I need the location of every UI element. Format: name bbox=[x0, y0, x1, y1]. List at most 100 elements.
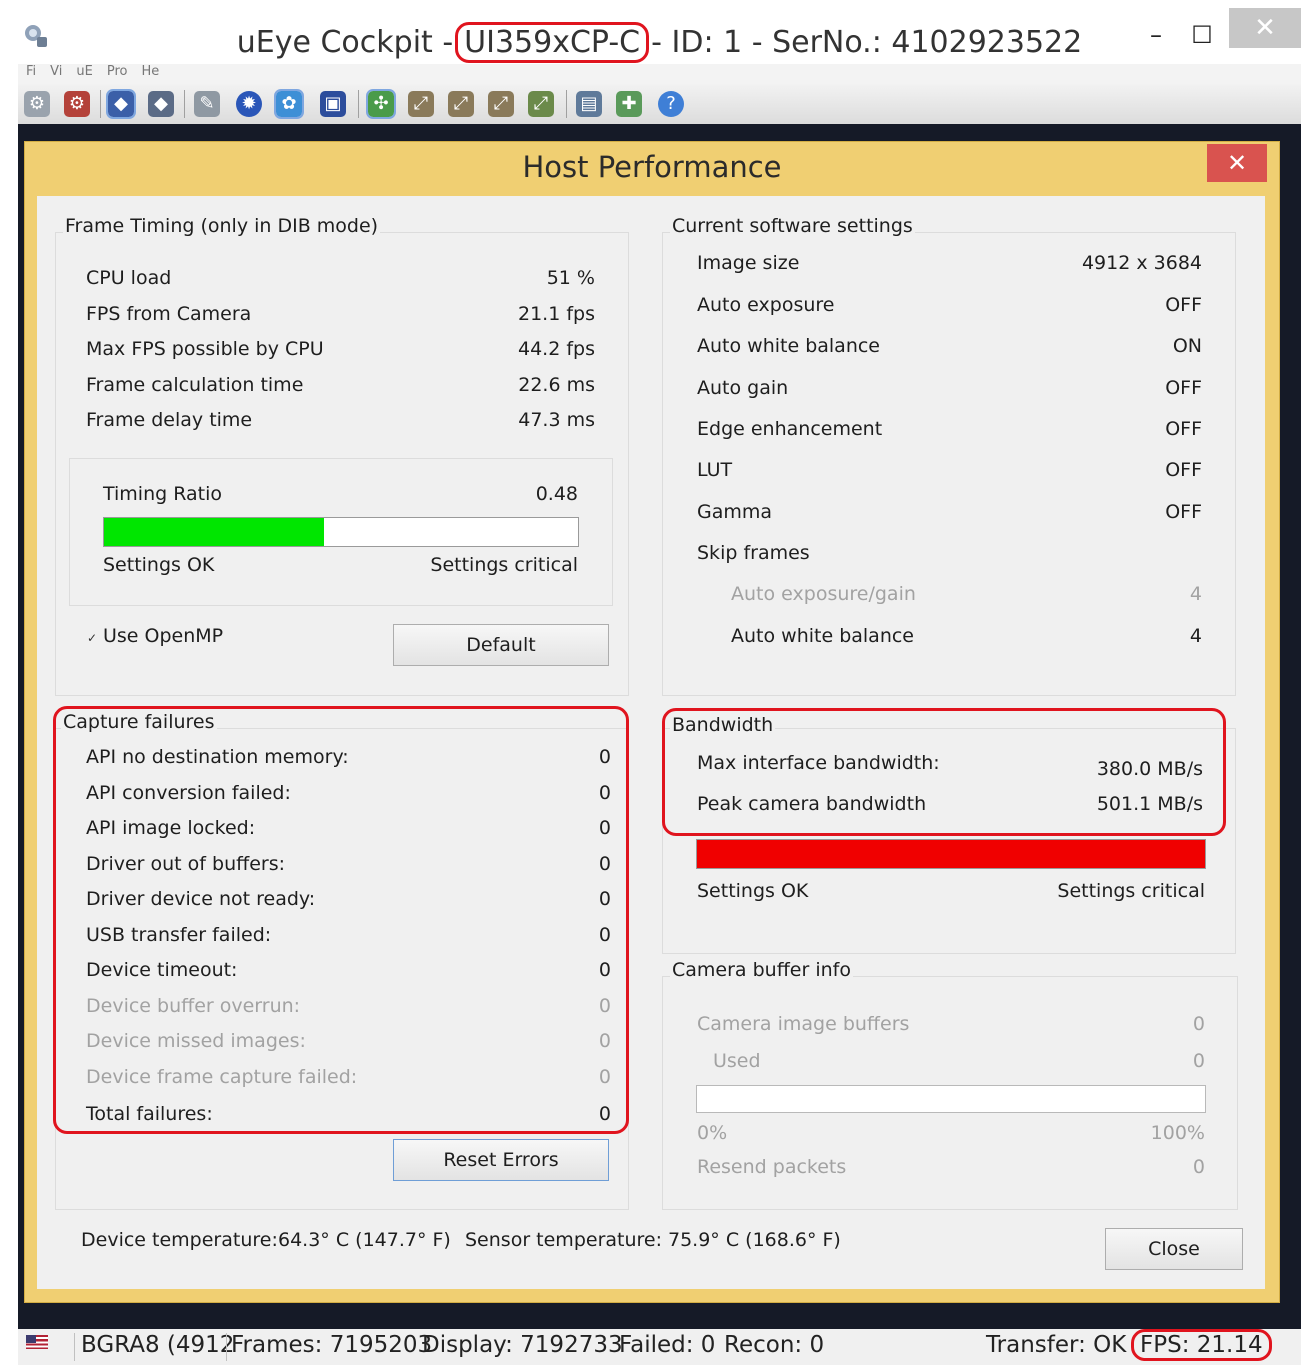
status-frames: Frames: 7195203 bbox=[231, 1332, 433, 1358]
sensor-temperature-value: 75.9° C (168.6° F) bbox=[668, 1229, 841, 1251]
window-titlebar: uEye Cockpit - UI359xCP-C - ID: 1 - SerN… bbox=[18, 8, 1301, 66]
capture-failures-highlight bbox=[53, 706, 629, 1134]
menu-properties[interactable]: Pro bbox=[107, 64, 128, 79]
bandwidth-fill bbox=[697, 840, 1205, 868]
help-icon[interactable]: ? bbox=[658, 91, 684, 117]
window-close-button[interactable]: ✕ bbox=[1229, 8, 1301, 48]
menu-help[interactable]: He bbox=[141, 64, 159, 79]
max-fps-value: 44.2 fps bbox=[518, 338, 595, 360]
settings-icon[interactable]: ✹ bbox=[236, 91, 262, 117]
status-fps: FPS: 21.14 bbox=[1131, 1329, 1272, 1361]
edge-enhancement-label: Edge enhancement bbox=[697, 418, 883, 440]
frame-delay-time-label: Frame delay time bbox=[86, 409, 253, 431]
status-failed: Failed: 0 bbox=[619, 1332, 716, 1358]
buffers-used-label: Used bbox=[713, 1050, 761, 1072]
timing-ratio-bar bbox=[103, 517, 579, 547]
timing-ratio-label: Timing Ratio bbox=[103, 483, 223, 505]
maximize-button[interactable]: ☐ bbox=[1179, 16, 1225, 54]
software-settings-title: Current software settings bbox=[670, 215, 915, 237]
fit-window-icon[interactable]: ✣ bbox=[366, 89, 396, 119]
buffers-used-value: 0 bbox=[1192, 1050, 1205, 1072]
host-performance-dialog: Host Performance ✕ Frame Timing (only in… bbox=[24, 141, 1280, 1303]
resend-packets-value: 0 bbox=[1192, 1156, 1205, 1178]
cpu-load-label: CPU load bbox=[86, 267, 172, 289]
histogram-icon[interactable]: ▤ bbox=[576, 91, 602, 117]
measure-icon[interactable]: ✚ bbox=[616, 91, 642, 117]
toolbar: ⚙ ⚙ ◆ ◆ ✎ ✹ ✿ ▣ ✣ ⤢ ⤢ ⤢ ⤢ ▤ ✚ ? bbox=[18, 84, 1301, 125]
timing-ratio-value: 0.48 bbox=[535, 483, 578, 505]
skip-auto-exposure-gain-value: 4 bbox=[1189, 583, 1202, 605]
menu-file[interactable]: Fi bbox=[26, 64, 36, 79]
image-size-label: Image size bbox=[697, 252, 800, 274]
skip-auto-white-balance-label: Auto white balance bbox=[731, 625, 914, 647]
auto-gain-value: OFF bbox=[1165, 377, 1202, 399]
minimize-button[interactable]: – bbox=[1133, 16, 1179, 54]
default-button[interactable]: Default bbox=[393, 624, 609, 666]
skip-auto-exposure-gain-label: Auto exposure/gain bbox=[731, 583, 916, 605]
bandwidth-ok-label: Settings OK bbox=[697, 880, 809, 902]
camera-buffer-title: Camera buffer info bbox=[670, 959, 853, 981]
frame-calc-time-label: Frame calculation time bbox=[86, 374, 304, 396]
device-temperature-label: Device temperature: bbox=[81, 1229, 278, 1251]
camera-image-buffers-label: Camera image buffers bbox=[697, 1013, 910, 1035]
cpu-load-value: 51 % bbox=[546, 267, 595, 289]
lut-label: LUT bbox=[697, 459, 733, 481]
window-title: uEye Cockpit - UI359xCP-C - ID: 1 - SerN… bbox=[18, 22, 1301, 63]
sensor-temperature-label: Sensor temperature: bbox=[465, 1229, 662, 1251]
device-temperature-value: 64.3° C (147.7° F) bbox=[278, 1229, 451, 1251]
camera-model: UI359xCP-C bbox=[455, 22, 650, 63]
frame-calc-time-value: 22.6 ms bbox=[518, 374, 595, 396]
lut-value: OFF bbox=[1165, 459, 1202, 481]
gamma-label: Gamma bbox=[697, 501, 773, 523]
dialog-client-area: Frame Timing (only in DIB mode) CPU load… bbox=[37, 196, 1265, 1289]
bandwidth-bar bbox=[696, 839, 1206, 869]
zoom-custom-icon[interactable]: ⤢ bbox=[528, 91, 554, 117]
buffer-usage-bar bbox=[696, 1085, 1206, 1113]
status-transfer: Transfer: OK bbox=[986, 1332, 1127, 1358]
auto-exposure-value: OFF bbox=[1165, 294, 1202, 316]
auto-white-balance-label: Auto white balance bbox=[697, 335, 880, 357]
menu-view[interactable]: Vi bbox=[50, 64, 62, 79]
bandwidth-critical-label: Settings critical bbox=[1057, 880, 1205, 902]
zoom-1-1-icon[interactable]: ⤢ bbox=[408, 91, 434, 117]
status-recon: Recon: 0 bbox=[724, 1332, 825, 1358]
status-display: Display: 7192733 bbox=[422, 1332, 623, 1358]
close-camera-icon[interactable]: ⚙ bbox=[64, 91, 90, 117]
camera-image-buffers-value: 0 bbox=[1192, 1013, 1205, 1035]
dialog-close-icon[interactable]: ✕ bbox=[1207, 144, 1267, 182]
close-button[interactable]: Close bbox=[1105, 1228, 1243, 1270]
save-icon[interactable]: ▣ bbox=[320, 91, 346, 117]
zoom-1-4-icon[interactable]: ⤢ bbox=[488, 91, 514, 117]
snapshot-mode-icon[interactable]: ◆ bbox=[148, 91, 174, 117]
menu-ueye[interactable]: uE bbox=[76, 64, 92, 79]
gamma-value: OFF bbox=[1165, 501, 1202, 523]
fps-camera-value: 21.1 fps bbox=[518, 303, 595, 325]
live-mode-icon[interactable]: ◆ bbox=[106, 89, 136, 119]
edge-enhancement-value: OFF bbox=[1165, 418, 1202, 440]
fps-camera-label: FPS from Camera bbox=[86, 303, 252, 325]
openmp-label: Use OpenMP bbox=[103, 625, 224, 647]
frame-timing-title: Frame Timing (only in DIB mode) bbox=[63, 215, 381, 237]
zoom-1-2-icon[interactable]: ⤢ bbox=[448, 91, 474, 117]
status-format: BGRA8 (4912 bbox=[81, 1332, 235, 1358]
auto-white-balance-value: ON bbox=[1172, 335, 1202, 357]
resend-packets-label: Resend packets bbox=[697, 1156, 847, 1178]
buffer-max-label: 100% bbox=[1150, 1122, 1205, 1144]
openmp-checkbox[interactable]: ✓ bbox=[87, 632, 99, 644]
buffer-min-label: 0% bbox=[697, 1122, 728, 1144]
timing-critical-label: Settings critical bbox=[430, 554, 578, 576]
title-suffix: - ID: 1 - SerNo.: 4102923522 bbox=[651, 25, 1083, 60]
reset-errors-button[interactable]: Reset Errors bbox=[393, 1139, 609, 1181]
title-prefix: uEye Cockpit - bbox=[236, 25, 454, 60]
open-camera-icon[interactable]: ⚙ bbox=[24, 91, 50, 117]
properties-icon[interactable]: ✎ bbox=[194, 91, 220, 117]
color-icon[interactable]: ✿ bbox=[274, 89, 304, 119]
auto-gain-label: Auto gain bbox=[697, 377, 789, 399]
menu-bar: Fi Vi uE Pro He bbox=[18, 64, 1301, 84]
language-flag-icon bbox=[26, 1335, 48, 1349]
skip-auto-white-balance-value: 4 bbox=[1189, 625, 1202, 647]
max-fps-label: Max FPS possible by CPU bbox=[86, 338, 324, 360]
frame-delay-time-value: 47.3 ms bbox=[518, 409, 595, 431]
dialog-title: Host Performance bbox=[522, 150, 782, 184]
bandwidth-highlight bbox=[662, 708, 1226, 836]
